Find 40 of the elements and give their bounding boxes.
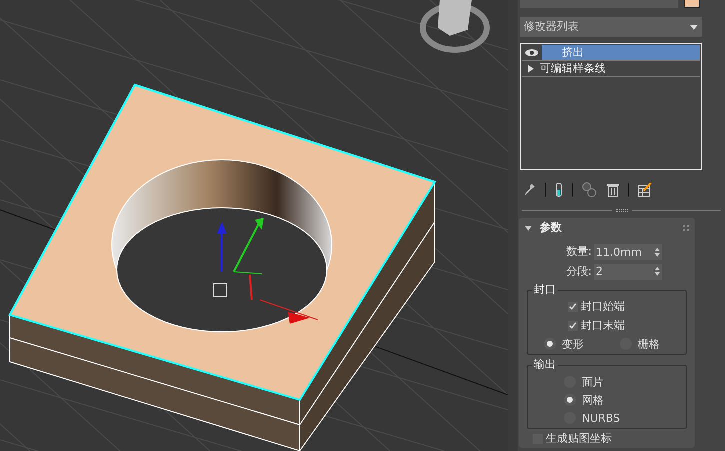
spinner-arrows-icon[interactable] xyxy=(655,248,660,257)
trash-icon[interactable] xyxy=(607,183,619,197)
spinner-field[interactable]: 2 xyxy=(594,264,662,280)
checkbox[interactable] xyxy=(568,320,578,330)
field-label: 分段: xyxy=(566,264,592,280)
viewport[interactable] xyxy=(0,0,508,451)
spinner-arrows-icon[interactable] xyxy=(655,267,660,276)
checkbox[interactable] xyxy=(568,302,578,312)
extruded-box-drawing[interactable] xyxy=(8,84,437,451)
configure-icon[interactable] xyxy=(638,183,652,197)
modifier-list-dropdown[interactable]: 修改器列表 xyxy=(520,17,702,37)
radio-button[interactable] xyxy=(544,338,556,350)
group-title: 封口 xyxy=(532,284,558,295)
rollout-title[interactable]: 参数 xyxy=(540,220,675,236)
resize-grip-icon[interactable] xyxy=(616,209,628,212)
radio-label: 变形 xyxy=(562,338,584,350)
test-tube-icon[interactable] xyxy=(555,183,563,197)
pin-icon[interactable] xyxy=(524,183,536,197)
field-label: 数量: xyxy=(566,244,592,260)
transform-gizmo-icon[interactable] xyxy=(214,218,318,324)
radio-label: NURBS xyxy=(582,412,620,424)
view-cube-icon[interactable] xyxy=(420,0,490,53)
instance-icon[interactable] xyxy=(582,182,598,198)
modifier-item[interactable]: 挤出 xyxy=(522,45,700,61)
modifier-stack[interactable]: 挤出 可编辑样条线 xyxy=(520,43,702,170)
spinner-field[interactable]: 11.0mm xyxy=(594,244,662,260)
checkbox-label: 生成贴图坐标 xyxy=(546,433,612,444)
radio-label: 栅格 xyxy=(638,338,660,350)
radio-button[interactable] xyxy=(564,394,576,406)
group-title: 输出 xyxy=(532,359,558,370)
radio-label: 网格 xyxy=(582,394,604,406)
caret-icon xyxy=(690,24,698,30)
checkbox-label: 封口始端 xyxy=(581,301,625,312)
expand-triangle-icon[interactable] xyxy=(528,64,534,72)
collapse-triangle-icon[interactable] xyxy=(525,226,532,230)
eye-icon[interactable] xyxy=(525,48,539,56)
drag-handle-icon[interactable] xyxy=(683,225,689,231)
checkbox-label: 封口末端 xyxy=(581,320,625,331)
radio-label: 面片 xyxy=(582,376,604,388)
modifier-item[interactable]: 可编辑样条线 xyxy=(522,61,700,77)
